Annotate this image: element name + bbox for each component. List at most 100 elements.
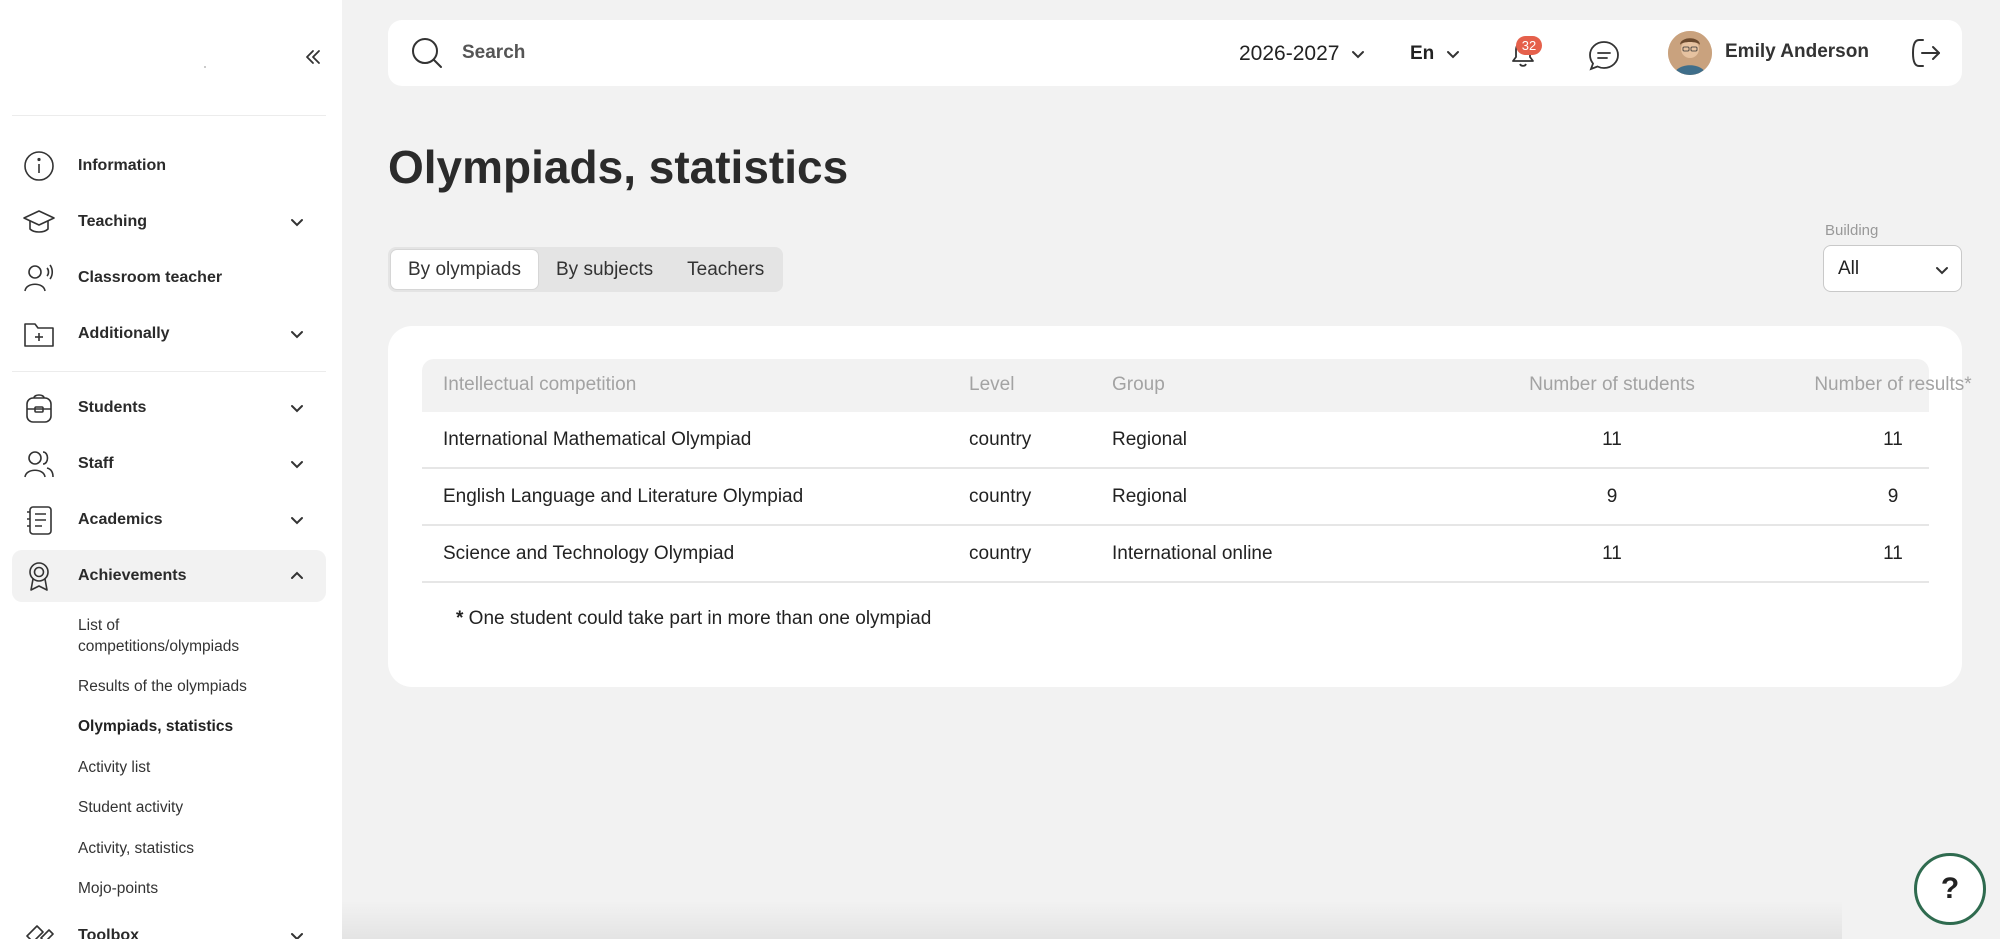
sidebar-item-achievements[interactable]: Achievements (12, 550, 326, 602)
notifications-badge: 32 (1516, 36, 1542, 55)
help-button[interactable]: ? (1914, 853, 1986, 925)
chevron-down-icon (291, 461, 303, 469)
cell-number-of-students: 11 (1602, 543, 1622, 564)
page-title: Olympiads, statistics (388, 141, 849, 193)
building-filter-label: Building (1825, 222, 1879, 239)
sidebar-item-label: Staff (78, 455, 114, 472)
sidebar-item-label: Classroom teacher (78, 269, 223, 286)
cell-number-of-results: 9 (1887, 486, 1899, 507)
column-header-level: Level (969, 374, 1015, 395)
logo (204, 66, 206, 68)
cell-competition: English Language and Literature Olympiad (443, 486, 804, 507)
chevron-down-icon (1352, 51, 1365, 59)
search-icon (412, 38, 442, 68)
statistics-card: Intellectual competition Level Group Num… (388, 326, 1972, 687)
journal-icon (22, 503, 56, 537)
chevron-down-icon (1936, 267, 1948, 275)
tab-by-subjects[interactable]: By subjects (539, 249, 670, 290)
sidebar-item-information[interactable]: Information (12, 140, 326, 192)
cell-competition: International Mathematical Olympiad (443, 429, 752, 450)
olympiads-statistics-table: Intellectual competition Level Group Num… (422, 359, 1972, 583)
chat-icon[interactable] (1586, 38, 1622, 74)
building-value: All (1838, 257, 1860, 279)
top-bar: 2026-2027 En 32 Emily Anderson (388, 20, 1962, 86)
logout-icon[interactable] (1908, 35, 1944, 71)
cell-group: International online (1112, 543, 1273, 564)
graduation-cap-icon (22, 205, 56, 239)
column-header-number-of-results: Number of results* (1814, 374, 1972, 395)
chevron-down-icon (291, 933, 303, 939)
sidebar-subitem-activity-statistics[interactable]: Activity, statistics (78, 838, 278, 859)
collapse-sidebar-button[interactable] (300, 44, 326, 70)
column-header-number-of-students: Number of students (1529, 374, 1695, 395)
sidebar-item-label: Academics (78, 511, 163, 528)
language-value: En (1410, 43, 1435, 64)
sidebar-item-staff[interactable]: Staff (12, 438, 326, 490)
sidebar-item-label: Achievements (78, 567, 187, 584)
sidebar-subitem-mojo-points[interactable]: Mojo-points (78, 878, 278, 899)
language-select[interactable]: En (1410, 40, 1462, 68)
academic-year-select[interactable]: 2026-2027 (1239, 40, 1367, 68)
chevron-down-icon (291, 405, 303, 413)
sidebar-subitem-list-of-competitions[interactable]: List of competitions/olympiads (78, 615, 278, 657)
cell-level: country (969, 486, 1032, 507)
cell-level: country (969, 543, 1032, 564)
info-icon (22, 149, 56, 183)
tab-by-olympiads[interactable]: By olympiads (390, 249, 539, 290)
cell-group: Regional (1112, 429, 1187, 450)
sidebar-subitem-activity-list[interactable]: Activity list (78, 757, 278, 778)
table-header: Intellectual competition Level Group Num… (422, 359, 1972, 412)
view-tabs: By olympiads By subjects Teachers (388, 247, 784, 292)
search-input[interactable] (462, 38, 1062, 68)
chevron-down-icon (291, 517, 303, 525)
cell-number-of-results: 11 (1883, 429, 1903, 450)
sidebar-item-label: Additionally (78, 325, 170, 342)
cell-competition: Science and Technology Olympiad (443, 543, 735, 564)
sidebar-item-academics[interactable]: Academics (12, 494, 326, 546)
table-row: International Mathematical Olympiad coun… (422, 412, 1929, 469)
column-header-competition: Intellectual competition (443, 374, 637, 395)
sidebar-subitem-olympiads-statistics[interactable]: Olympiads, statistics (78, 716, 278, 737)
chevron-down-icon (291, 331, 303, 339)
teacher-icon (22, 261, 56, 295)
folder-plus-icon (22, 317, 56, 351)
cell-number-of-students: 9 (1606, 486, 1618, 507)
cell-number-of-results: 11 (1883, 543, 1903, 564)
sidebar-item-students[interactable]: Students (12, 382, 326, 434)
sidebar-item-teaching[interactable]: Teaching (12, 196, 326, 248)
bottom-shadow (342, 900, 1842, 939)
chevron-down-icon (291, 219, 303, 227)
toolbox-icon (22, 919, 56, 939)
chevron-down-icon (1447, 51, 1460, 59)
tab-teachers[interactable]: Teachers (670, 249, 781, 290)
sidebar-item-label: Teaching (78, 213, 148, 230)
table-row: Science and Technology Olympiad country … (422, 526, 1929, 583)
sidebar-subitem-results-of-olympiads[interactable]: Results of the olympiads (78, 676, 278, 697)
building-select[interactable]: All (1823, 245, 1962, 292)
chevron-up-icon (291, 571, 303, 579)
cell-level: country (969, 429, 1032, 450)
cell-group: Regional (1112, 486, 1187, 507)
sidebar: Information Teaching Classroom teacher A… (0, 0, 342, 939)
sidebar-subitem-student-activity[interactable]: Student activity (78, 797, 278, 818)
avatar[interactable] (1668, 31, 1712, 75)
double-chevron-left-icon (306, 50, 320, 64)
sidebar-divider (12, 115, 326, 116)
sidebar-item-label: Students (78, 399, 147, 416)
footnote-text: One student could take part in more than… (463, 608, 932, 629)
backpack-icon (22, 391, 56, 425)
staff-icon (22, 447, 56, 481)
award-icon (22, 559, 56, 593)
sidebar-item-classroom-teacher[interactable]: Classroom teacher (12, 252, 326, 304)
table-row: English Language and Literature Olympiad… (422, 469, 1929, 526)
sidebar-item-additionally[interactable]: Additionally (12, 308, 326, 360)
user-name[interactable]: Emily Anderson (1725, 41, 1869, 63)
cell-number-of-students: 11 (1602, 429, 1622, 450)
sidebar-divider (12, 371, 326, 372)
academic-year-value: 2026-2027 (1239, 42, 1340, 65)
sidebar-item-toolbox[interactable]: Toolbox (12, 910, 326, 939)
sidebar-item-label: Toolbox (78, 927, 140, 939)
sidebar-item-label: Information (78, 157, 166, 174)
column-header-group: Group (1112, 374, 1165, 395)
table-footnote: * One student could take part in more th… (456, 608, 931, 630)
